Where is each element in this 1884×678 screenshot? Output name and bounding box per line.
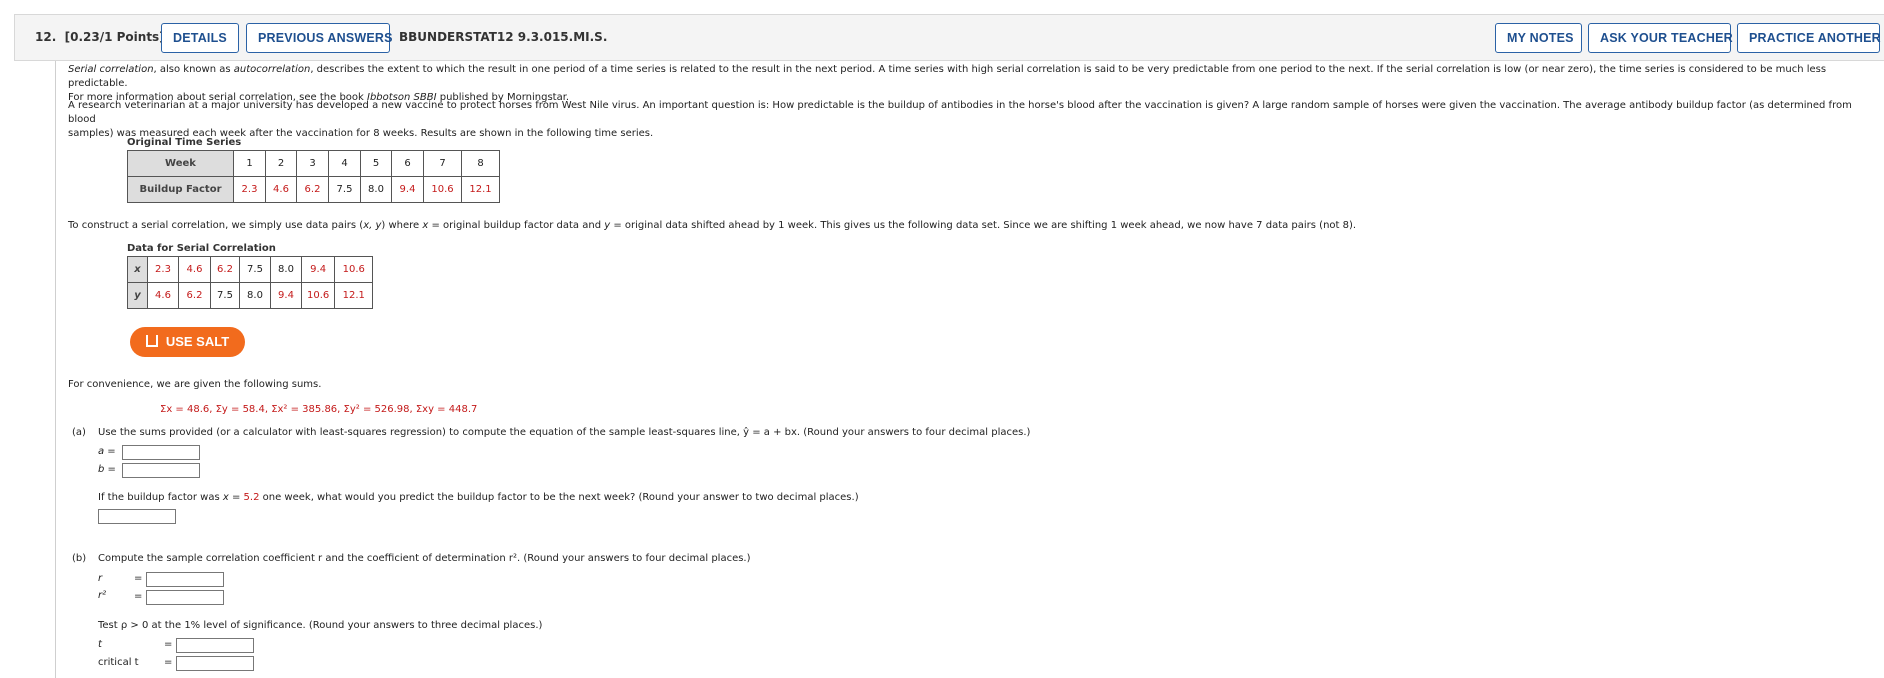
y-row-label: y — [127, 282, 148, 309]
x-cell: 6.2 — [210, 256, 240, 283]
equals-sign: = — [134, 573, 143, 584]
y-cell: 10.6 — [300, 282, 336, 309]
question-page: 12. [0.23/1 Points] DETAILS PREVIOUS ANS… — [0, 0, 1884, 678]
week-cell: 5 — [360, 150, 392, 177]
prediction-input[interactable] — [98, 509, 176, 524]
x-cell: 7.5 — [239, 256, 271, 283]
ask-your-teacher-button[interactable]: ASK YOUR TEACHER — [1588, 23, 1733, 53]
prediction-text: one week, what would you predict the bui… — [259, 492, 859, 503]
construct-text: = original buildup factor data and — [428, 220, 605, 231]
scenario-text: A research veterinarian at a major unive… — [68, 100, 1852, 125]
original-table-caption: Original Time Series — [127, 137, 242, 148]
my-notes-button[interactable]: MY NOTES — [1495, 23, 1582, 53]
serial-table-caption: Data for Serial Correlation — [127, 243, 276, 254]
part-a-prompt: Use the sums provided (or a calculator w… — [98, 427, 1031, 438]
question-number: 12. — [35, 30, 57, 44]
details-button[interactable]: DETAILS — [161, 23, 239, 53]
prediction-text: If the buildup factor was — [98, 492, 223, 503]
problem-code: BBUNDERSTAT12 9.3.015.MI.S. — [399, 30, 608, 44]
r-squared-label: r² — [98, 590, 107, 601]
table-row: y 4.6 6.2 7.5 8.0 9.4 10.6 12.1 — [127, 282, 374, 309]
week-cell: 1 — [233, 150, 266, 177]
factor-cell: 10.6 — [423, 176, 462, 203]
points-label: [0.23/1 Points] — [64, 30, 165, 44]
part-b-label: (b) — [72, 553, 87, 564]
factor-cell: 7.5 — [328, 176, 361, 203]
use-salt-label: USE SALT — [165, 334, 230, 349]
week-header: Week — [127, 150, 234, 177]
buildup-factor-header: Buildup Factor — [127, 176, 234, 203]
factor-cell: 2.3 — [233, 176, 266, 203]
r-squared-input[interactable] — [146, 590, 224, 605]
week-cell: 4 — [328, 150, 361, 177]
week-cell: 8 — [461, 150, 500, 177]
intro-text: , also known as — [153, 64, 234, 75]
serial-correlation-table: x 2.3 4.6 6.2 7.5 8.0 9.4 10.6 y 4.6 6.2… — [127, 256, 374, 309]
practice-another-button[interactable]: PRACTICE ANOTHER — [1737, 23, 1881, 53]
y-cell: 4.6 — [147, 282, 179, 309]
y-cell: 6.2 — [178, 282, 211, 309]
factor-cell: 8.0 — [360, 176, 392, 203]
week-cell: 6 — [391, 150, 424, 177]
r-input[interactable] — [146, 572, 224, 587]
factor-cell: 12.1 — [461, 176, 500, 203]
week-cell: 3 — [296, 150, 329, 177]
prediction-text: = — [228, 492, 244, 503]
convenience-text: For convenience, we are given the follow… — [68, 379, 322, 390]
table-row: Buildup Factor 2.3 4.6 6.2 7.5 8.0 9.4 1… — [127, 176, 500, 203]
a-input[interactable] — [122, 445, 200, 460]
question-header: 12. [0.23/1 Points] DETAILS PREVIOUS ANS… — [14, 14, 1884, 61]
term-serial-correlation: Serial correlation — [68, 64, 154, 75]
given-sums: Σx = 48.6, Σy = 58.4, Σx² = 385.86, Σy² … — [160, 404, 478, 415]
x-cell: 2.3 — [147, 256, 179, 283]
prediction-x-value: 5.2 — [243, 492, 260, 503]
x-row-label: x — [127, 256, 148, 283]
table-row: Week 1 2 3 4 5 6 7 8 — [127, 150, 500, 177]
prediction-prompt: If the buildup factor was x = 5.2 one we… — [98, 491, 859, 504]
construct-text: = original data shifted ahead by 1 week.… — [610, 220, 1357, 231]
b-label: b = — [98, 464, 116, 475]
test-prompt: Test ρ > 0 at the 1% level of significan… — [98, 620, 543, 631]
construct-text: ) where — [381, 220, 423, 231]
x-cell: 9.4 — [300, 256, 336, 283]
question-body: Serial correlation, also known as autoco… — [55, 61, 1884, 678]
equals-sign: = — [164, 657, 173, 668]
y-cell: 9.4 — [270, 282, 302, 309]
scenario-paragraph: A research veterinarian at a major unive… — [68, 99, 1878, 141]
equals-sign: = — [134, 591, 143, 602]
equals-sign: = — [164, 639, 173, 650]
y-cell: 7.5 — [210, 282, 240, 309]
previous-answers-button[interactable]: PREVIOUS ANSWERS — [246, 23, 393, 53]
b-input[interactable] — [122, 463, 200, 478]
var-xy: x, y — [363, 220, 382, 231]
factor-cell: 9.4 — [391, 176, 424, 203]
construct-text: To construct a serial correlation, we si… — [68, 220, 364, 231]
use-salt-button[interactable]: USE SALT — [130, 327, 245, 357]
table-row: x 2.3 4.6 6.2 7.5 8.0 9.4 10.6 — [127, 256, 374, 283]
r-label: r — [98, 573, 103, 584]
intro-text: , describes the extent to which the resu… — [68, 64, 1827, 89]
week-cell: 7 — [423, 150, 462, 177]
question-number-points: 12. [0.23/1 Points] — [35, 30, 165, 44]
part-a-label: (a) — [72, 427, 86, 438]
x-cell: 4.6 — [178, 256, 211, 283]
x-cell: 8.0 — [270, 256, 302, 283]
factor-cell: 4.6 — [265, 176, 297, 203]
t-input[interactable] — [176, 638, 254, 653]
original-time-series-table: Week 1 2 3 4 5 6 7 8 Buildup Factor 2.3 … — [127, 150, 500, 203]
term-autocorrelation: autocorrelation — [233, 64, 311, 75]
y-cell: 12.1 — [334, 282, 374, 309]
t-label: t — [98, 639, 102, 650]
a-label: a = — [98, 446, 116, 457]
part-b-prompt: Compute the sample correlation coefficie… — [98, 553, 751, 564]
critical-t-input[interactable] — [176, 656, 254, 671]
construct-paragraph: To construct a serial correlation, we si… — [68, 219, 1356, 232]
x-cell: 10.6 — [334, 256, 374, 283]
week-cell: 2 — [265, 150, 297, 177]
salt-icon — [145, 335, 158, 347]
factor-cell: 6.2 — [296, 176, 329, 203]
y-cell: 8.0 — [239, 282, 271, 309]
critical-t-label: critical t — [98, 657, 139, 668]
